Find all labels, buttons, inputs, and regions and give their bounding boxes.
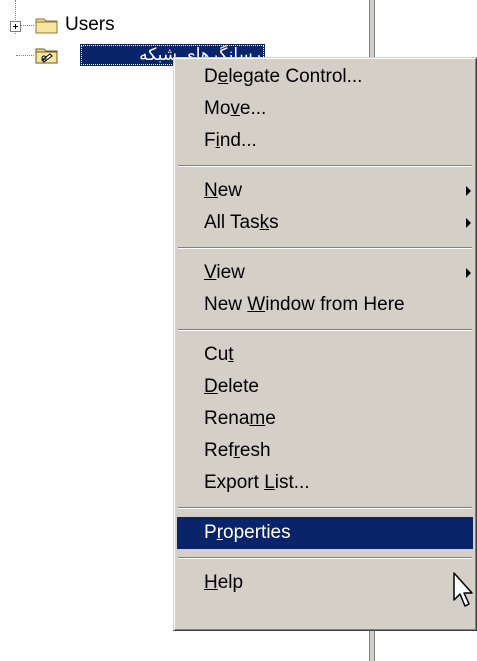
tree-item-users[interactable]: Users	[35, 14, 115, 36]
menu-item-label: Rena	[204, 408, 250, 429]
menu-separator	[178, 557, 472, 559]
expand-plus-icon[interactable]	[10, 21, 21, 32]
menu-item-label: nd...	[219, 130, 257, 151]
menu-item-label: ist...	[274, 472, 310, 493]
menu-item-accelerator: e	[217, 66, 229, 87]
folder-icon	[35, 18, 58, 34]
menu-item-accelerator: t	[228, 344, 234, 365]
menu-separator	[178, 507, 472, 509]
submenu-arrow-icon	[466, 186, 471, 196]
menu-item-label: Ref	[204, 440, 234, 461]
menu-item-label: Export	[204, 472, 265, 493]
menu-item-label: Mo	[204, 98, 231, 119]
menu-separator	[178, 329, 472, 331]
menu-item-properties[interactable]: Properties	[177, 517, 473, 549]
menu-item-export-list[interactable]: Export List...	[177, 467, 473, 499]
tree-connector-line	[20, 25, 34, 26]
menu-item-delegate-control[interactable]: Delegate Control...	[177, 61, 473, 93]
menu-item-find[interactable]: Find...	[177, 125, 473, 157]
menu-item-label: esh	[239, 440, 271, 461]
menu-item-label: F	[204, 130, 216, 151]
tree-item-ou[interactable]	[35, 44, 59, 66]
menu-item-label: s	[269, 212, 279, 233]
menu-item-new-window-from-here[interactable]: New Window from Here	[177, 289, 473, 321]
menu-item-label: P	[204, 522, 217, 543]
menu-item-cut[interactable]: Cut	[177, 339, 473, 371]
menu-item-help[interactable]: Help	[177, 567, 473, 599]
menu-item-accelerator: k	[259, 212, 270, 233]
menu-item-delete[interactable]: Delete	[177, 371, 473, 403]
menu-separator	[178, 247, 472, 249]
tree-connector-line	[16, 55, 34, 56]
menu-item-accelerator: H	[204, 572, 218, 593]
menu-item-accelerator: m	[249, 408, 266, 429]
menu-item-label: e...	[239, 98, 267, 119]
menu-item-label: legate Control...	[228, 66, 363, 87]
menu-item-move[interactable]: Move...	[177, 93, 473, 125]
menu-item-all-tasks[interactable]: All Tasks	[177, 207, 473, 239]
menu-item-label: e	[265, 408, 276, 429]
menu-item-accelerator: v	[230, 98, 240, 119]
menu-item-label: All Tas	[204, 212, 260, 233]
menu-item-accelerator: W	[247, 294, 266, 315]
menu-item-refresh[interactable]: Refresh	[177, 435, 473, 467]
menu-separator	[178, 165, 472, 167]
menu-item-new[interactable]: New	[177, 175, 473, 207]
menu-item-label: ew	[217, 180, 243, 201]
tree-item-label: Users	[65, 14, 115, 35]
menu-item-label: New	[204, 294, 248, 315]
menu-item-accelerator: L	[264, 472, 275, 493]
menu-item-label: iew	[216, 262, 245, 283]
menu-item-label: D	[204, 66, 218, 87]
mouse-cursor-icon	[453, 572, 473, 607]
context-menu: Delegate Control... Move... Find... New All …	[173, 57, 477, 631]
menu-item-label: indow from Here	[265, 294, 405, 315]
menu-item-accelerator: N	[204, 180, 218, 201]
menu-item-label: elp	[217, 572, 244, 593]
menu-item-rename[interactable]: Rename	[177, 403, 473, 435]
menu-item-accelerator: V	[204, 262, 217, 283]
menu-item-label: elete	[217, 376, 259, 397]
submenu-arrow-icon	[466, 218, 471, 228]
ou-folder-icon	[35, 48, 58, 64]
menu-item-accelerator: D	[204, 376, 218, 397]
submenu-arrow-icon	[466, 268, 471, 278]
menu-item-label: Cu	[204, 344, 229, 365]
mmc-window: Users رسانگرهای شبکه Delegate Control...…	[0, 0, 477, 661]
menu-item-label: operties	[223, 522, 291, 543]
menu-item-view[interactable]: View	[177, 257, 473, 289]
